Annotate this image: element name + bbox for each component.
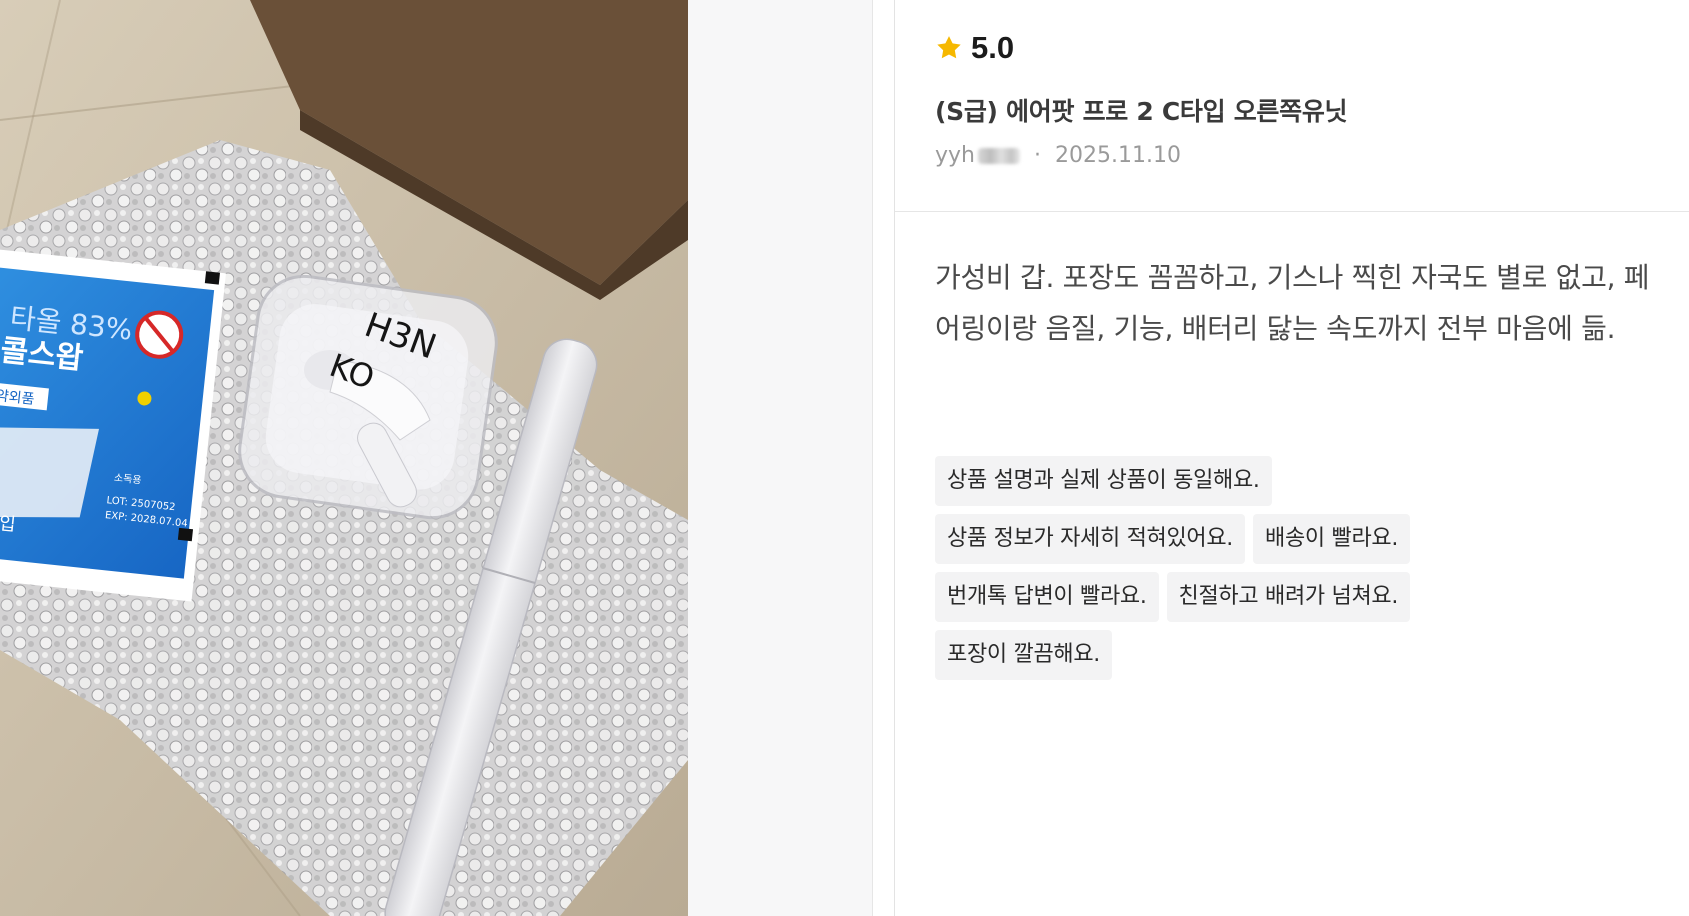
review-tag: 포장이 깔끔해요. [935,630,1112,680]
review-meta: yyh · 2025.11.10 [935,143,1181,168]
packet-text-3: 약외품 [0,388,35,408]
review-tag: 상품 정보가 자세히 적혀있어요. [935,514,1245,564]
rating: 5.0 [935,30,1014,66]
review-author[interactable]: yyh [935,143,1020,168]
review-header: 5.0 (S급) 에어팟 프로 2 C타입 오른쪽유닛 yyh · 2025.1… [895,0,1689,212]
panel-divider [872,0,895,916]
review-author-name: yyh [935,143,975,168]
tag-row: 포장이 깔끔해요. [935,630,1655,680]
review-panel: 5.0 (S급) 에어팟 프로 2 C타입 오른쪽유닛 yyh · 2025.1… [894,0,1689,916]
meta-separator: · [1033,143,1041,168]
image-gutter [688,0,872,916]
review-body: 가성비 갑. 포장도 꼼꼼하고, 기스나 찍힌 자국도 별로 없고, 페어링이랑… [935,261,1650,345]
rating-value: 5.0 [971,30,1015,65]
tag-row: 상품 설명과 실제 상품이 동일해요. [935,456,1655,506]
review-tag: 번개톡 답변이 빨라요. [935,572,1159,622]
review-tag: 배송이 빨라요. [1253,514,1411,564]
product-title[interactable]: (S급) 에어팟 프로 2 C타입 오른쪽유닛 [935,92,1348,128]
review-tags: 상품 설명과 실제 상품이 동일해요. 상품 정보가 자세히 적혀있어요. 배송… [935,456,1655,688]
review-photo[interactable]: 타올 83% 콜스왑 약외품 소독용 LOT: 2507052 EXP: 202… [0,0,688,916]
review-tag: 상품 설명과 실제 상품이 동일해요. [935,456,1272,506]
tag-row: 번개톡 답변이 빨라요. 친절하고 배려가 넘쳐요. [935,572,1655,622]
review-tag: 친절하고 배려가 넘쳐요. [1166,572,1411,622]
star-icon [937,36,961,59]
review-date: 2025.11.10 [1054,143,1181,168]
author-name-masked [977,147,1020,164]
review-photo-image: 타올 83% 콜스왑 약외품 소독용 LOT: 2507052 EXP: 202… [0,0,688,916]
tag-row: 상품 정보가 자세히 적혀있어요. 배송이 빨라요. [935,514,1655,564]
packet-text-5: 매입 [0,511,17,535]
